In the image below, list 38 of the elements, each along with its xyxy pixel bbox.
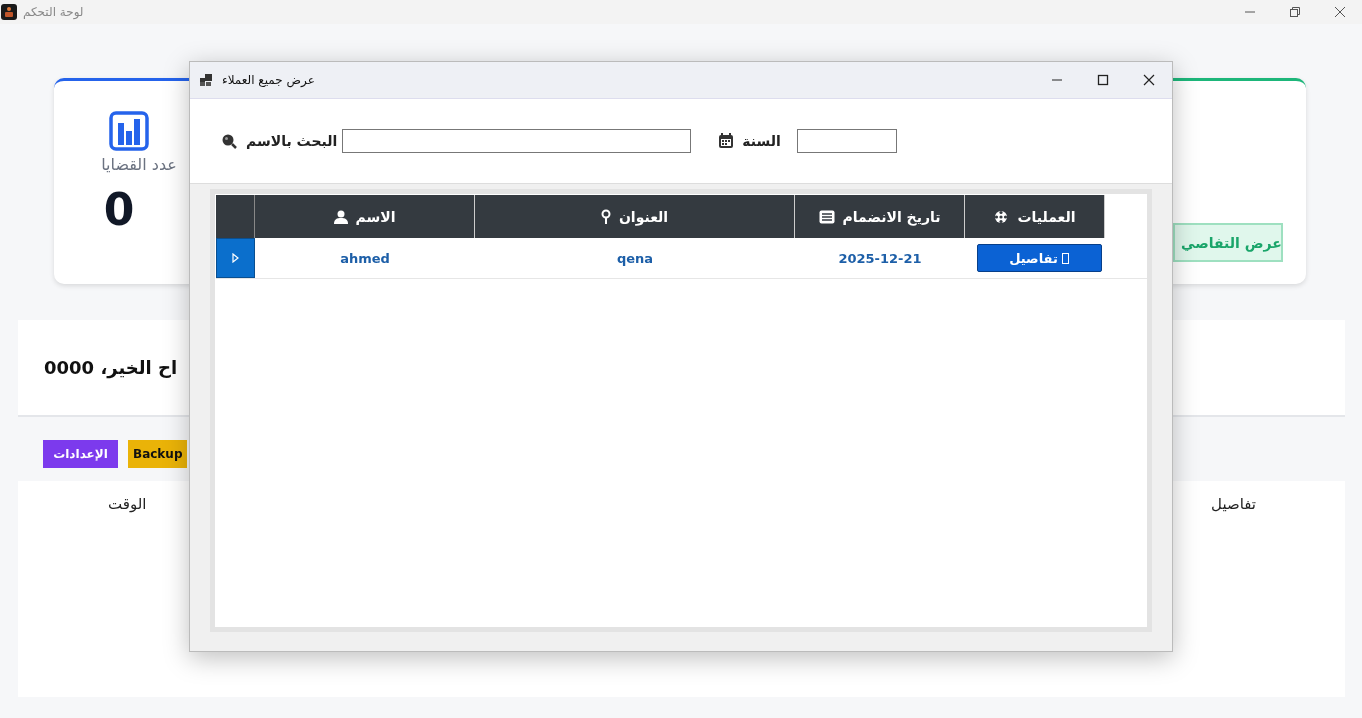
restore-icon[interactable] xyxy=(1289,6,1301,18)
column-header[interactable]: تاريخ الانضمام xyxy=(795,195,965,238)
missing-glyph-icon xyxy=(1061,252,1069,264)
corner-header xyxy=(216,195,255,238)
map-pin-icon xyxy=(600,209,611,224)
person-icon xyxy=(333,209,348,224)
close-icon[interactable] xyxy=(1334,6,1346,18)
window-title: لوحة التحكم xyxy=(23,5,84,19)
maximize-icon[interactable] xyxy=(1097,74,1109,86)
table-cell: ahmed xyxy=(340,250,390,266)
gear-icon xyxy=(993,208,1010,225)
year-field[interactable] xyxy=(796,129,897,153)
calendar-icon xyxy=(718,133,735,149)
table-cell: qena xyxy=(616,250,654,266)
current-row-icon xyxy=(232,253,239,263)
column-header[interactable]: العمليات xyxy=(965,195,1105,238)
column-header[interactable]: الاسم xyxy=(255,195,475,238)
column-header: الوقت xyxy=(108,495,147,513)
column-header[interactable]: العنوان xyxy=(475,195,795,238)
search-icon xyxy=(221,133,237,149)
stat-label: عدد القضايا xyxy=(101,155,177,174)
action-button[interactable]: Backup xyxy=(128,440,188,468)
close-icon[interactable] xyxy=(1143,74,1155,86)
stat-value: 0 xyxy=(103,188,135,232)
column-header: تفاصيل xyxy=(1211,495,1256,513)
search-field[interactable] xyxy=(342,129,692,153)
windows-icon xyxy=(200,74,212,86)
dialog-title: عرض جميع العملاء xyxy=(222,73,315,87)
app-icon xyxy=(1,4,17,20)
list-icon xyxy=(818,209,835,224)
search-label: البحث بالاسم xyxy=(246,133,338,149)
details-button[interactable]: تفاصيل xyxy=(976,244,1102,272)
bar-chart-icon xyxy=(109,111,149,151)
greeting-text: اح الخير، 0000 xyxy=(44,357,178,378)
year-label: السنة xyxy=(742,133,781,149)
action-button[interactable]: الإعدادات xyxy=(43,440,118,468)
row-header[interactable] xyxy=(216,238,255,278)
table-cell: 2025-12-21 xyxy=(838,250,922,266)
